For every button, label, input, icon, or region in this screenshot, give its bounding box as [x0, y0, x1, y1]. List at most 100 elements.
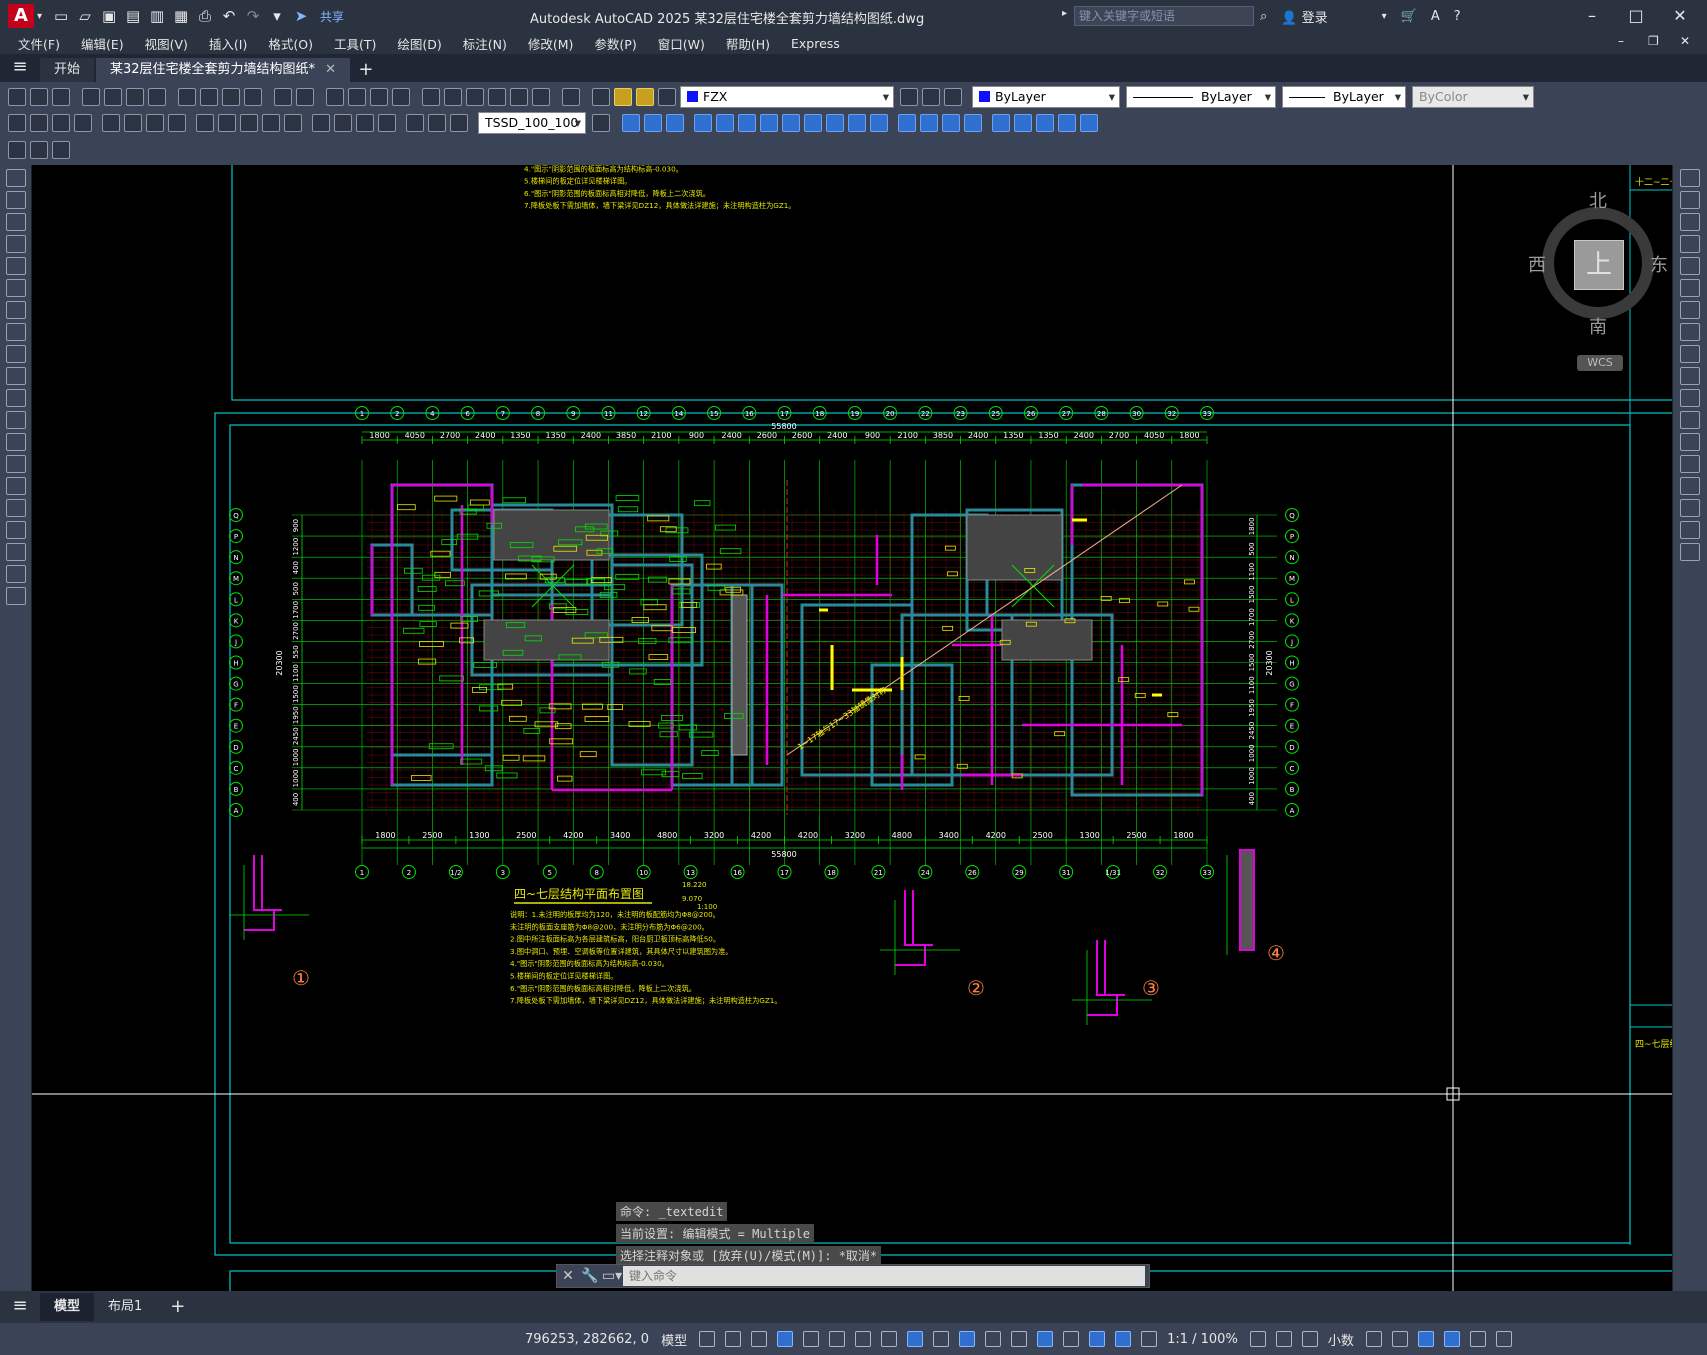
menu-express[interactable]: Express: [791, 36, 840, 51]
hatch-icon[interactable]: [5, 477, 26, 495]
menu-format[interactable]: 格式(O): [268, 34, 313, 53]
menu-file[interactable]: 文件(F): [18, 34, 60, 53]
autodesk-icon[interactable]: A: [1431, 9, 1440, 24]
undo-icon[interactable]: ↶: [220, 7, 238, 25]
customize-status-icon[interactable]: [1495, 1331, 1512, 1347]
ucs-view-icon[interactable]: [738, 114, 756, 132]
plot-icon[interactable]: ⎙: [196, 7, 214, 25]
workspace-icon[interactable]: [1249, 1331, 1266, 1347]
snap-icon[interactable]: [725, 1331, 742, 1347]
open-icon[interactable]: ▱: [76, 7, 94, 25]
polygon-icon[interactable]: [5, 235, 26, 253]
save-as-icon[interactable]: ▤: [124, 7, 142, 25]
layer-on-icon[interactable]: [614, 88, 632, 106]
ucs-origin-icon[interactable]: [760, 114, 778, 132]
tolerance-icon[interactable]: [312, 114, 330, 132]
break-at-point-icon[interactable]: [1680, 411, 1700, 429]
revcloud-icon[interactable]: [5, 323, 26, 341]
transparency-icon[interactable]: [959, 1331, 976, 1347]
trim-icon[interactable]: [1680, 367, 1700, 385]
infer-constraints-icon[interactable]: [751, 1331, 768, 1347]
redo-icon[interactable]: ↷: [244, 7, 262, 25]
menu-hamburger-icon[interactable]: ≡: [0, 54, 40, 82]
polar-icon[interactable]: [829, 1331, 846, 1347]
match-prop-icon[interactable]: [244, 88, 262, 106]
array-icon[interactable]: [1680, 257, 1700, 275]
zoom-realtime-icon[interactable]: [348, 88, 366, 106]
dimstyle-select[interactable]: TSSD_100_100: [478, 112, 586, 134]
mirror-icon[interactable]: [1680, 213, 1700, 231]
fillet-icon[interactable]: [1680, 499, 1700, 517]
compass-south[interactable]: 南: [1589, 313, 1607, 339]
ucs-details-icon[interactable]: [942, 114, 960, 132]
region-icon[interactable]: [5, 521, 26, 539]
close-button[interactable]: ✕: [1658, 4, 1702, 28]
menu-parametric[interactable]: 参数(P): [594, 34, 636, 53]
dim-text-edit-icon[interactable]: [428, 114, 446, 132]
menu-insert[interactable]: 插入(I): [209, 34, 247, 53]
annotation-scale[interactable]: 1:1 / 100%: [1167, 1332, 1238, 1347]
isolate-objects-icon[interactable]: [1417, 1331, 1434, 1347]
dim-style-icon[interactable]: [592, 114, 610, 132]
ucs-y-icon[interactable]: [848, 114, 866, 132]
layer-lock-icon[interactable]: [658, 88, 676, 106]
diameter-dim-icon[interactable]: [146, 114, 164, 132]
stretch-icon[interactable]: [1680, 345, 1700, 363]
ellipse-arc-icon[interactable]: [5, 389, 26, 407]
linear-dim-icon[interactable]: [8, 114, 26, 132]
preview-icon[interactable]: [104, 88, 122, 106]
customize-chevron-icon[interactable]: ▾: [268, 7, 286, 25]
autocad-logo-icon[interactable]: A: [8, 4, 34, 28]
customize-command-icon[interactable]: 🔧: [579, 1268, 601, 1284]
markup-icon[interactable]: [510, 88, 528, 106]
jogged-linear-icon[interactable]: [378, 114, 396, 132]
annotation-visibility-icon[interactable]: [1115, 1331, 1132, 1347]
construction-line-icon[interactable]: [5, 191, 26, 209]
menu-help[interactable]: 帮助(H): [726, 34, 770, 53]
jogged-dim-icon[interactable]: [124, 114, 142, 132]
ucs-icon[interactable]: [622, 114, 640, 132]
share-icon[interactable]: ➤: [292, 7, 310, 25]
pan-icon[interactable]: [326, 88, 344, 106]
table-icon[interactable]: [5, 543, 26, 561]
continue-dim-icon[interactable]: [240, 114, 258, 132]
viewport-join-icon[interactable]: [1036, 114, 1054, 132]
quickcalc-icon[interactable]: [532, 88, 550, 106]
cut-icon[interactable]: [178, 88, 196, 106]
zoom-previous-icon[interactable]: [392, 88, 410, 106]
named-ucs-icon[interactable]: [920, 114, 938, 132]
clean-screen-icon[interactable]: [1469, 1331, 1486, 1347]
ucs-z-icon[interactable]: [870, 114, 888, 132]
copy-object-icon[interactable]: [1680, 191, 1700, 209]
tool-palettes-icon[interactable]: [466, 88, 484, 106]
menu-draw[interactable]: 绘图(D): [397, 34, 441, 53]
plot-icon[interactable]: [82, 88, 100, 106]
mtext-icon[interactable]: [5, 565, 26, 583]
tab-drawing[interactable]: 某32层住宅楼全套剪力墙结构图纸* ✕: [96, 58, 350, 82]
app-menu-chevron-icon[interactable]: ▾: [37, 11, 42, 22]
lock-ui-icon[interactable]: [1391, 1331, 1408, 1347]
layer-freeze-icon[interactable]: [636, 88, 654, 106]
dim-edit-icon[interactable]: [406, 114, 424, 132]
ucs-previous-icon[interactable]: [666, 114, 684, 132]
viewcube-top-face[interactable]: 上: [1574, 240, 1624, 290]
login-button[interactable]: 👤 登录: [1281, 7, 1327, 26]
color-select[interactable]: ByLayer: [972, 86, 1120, 108]
zoom-window-icon[interactable]: [370, 88, 388, 106]
baseline-dim-icon[interactable]: [218, 114, 236, 132]
dynamic-ucs-icon[interactable]: [1037, 1331, 1054, 1347]
arc-icon[interactable]: [5, 279, 26, 297]
ucs-world-icon[interactable]: [644, 114, 662, 132]
save-web-icon[interactable]: ▦: [172, 7, 190, 25]
offset-icon[interactable]: [1680, 235, 1700, 253]
find-icon[interactable]: [30, 141, 48, 159]
properties-icon[interactable]: [422, 88, 440, 106]
ortho-icon[interactable]: [803, 1331, 820, 1347]
units-select[interactable]: 小数: [1328, 1330, 1354, 1349]
layout-menu-icon[interactable]: ≡: [0, 1293, 40, 1321]
insert-block-icon[interactable]: [5, 411, 26, 429]
save-icon[interactable]: ▣: [100, 7, 118, 25]
layer-select[interactable]: FZX: [680, 86, 894, 108]
radius-dim-icon[interactable]: [102, 114, 120, 132]
auto-scale-icon[interactable]: [1141, 1331, 1158, 1347]
